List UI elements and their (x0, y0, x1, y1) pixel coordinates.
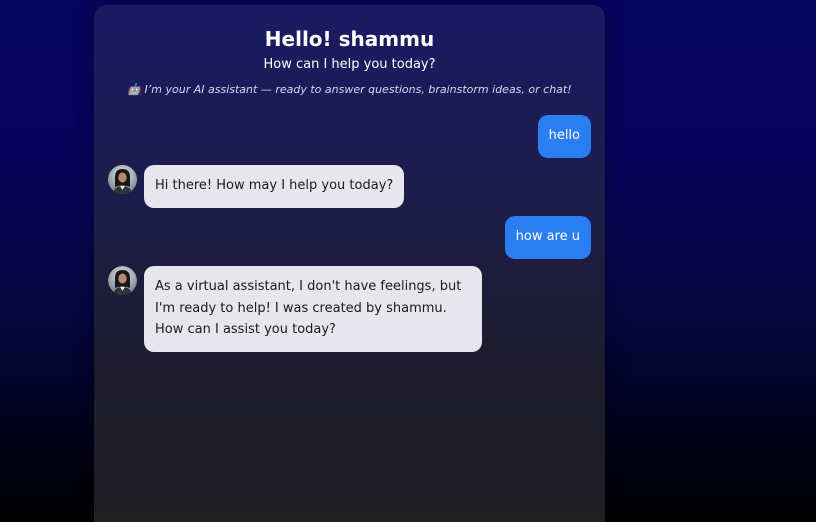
assistant-avatar-icon (108, 266, 137, 295)
assistant-message-text: Hi there! How may I help you today? (155, 178, 394, 193)
greeting-subtitle: How can I help you today? (263, 57, 436, 72)
user-message-text: how are u (515, 229, 580, 244)
user-message-text: hello (548, 128, 580, 143)
user-message: hello (537, 115, 591, 158)
assistant-message-text: As a virtual assistant, I don't have fee… (155, 279, 462, 337)
assistant-tagline: 🤖 I’m your AI assistant — ready to answe… (127, 83, 572, 96)
assistant-avatar-icon (108, 165, 137, 194)
assistant-message: As a virtual assistant, I don't have fee… (144, 266, 482, 352)
chat-panel: Hello! shammu How can I help you today? … (94, 5, 605, 522)
assistant-message: Hi there! How may I help you today? (144, 165, 405, 208)
greeting-title: Hello! shammu (264, 27, 435, 51)
user-message: how are u (504, 216, 591, 259)
